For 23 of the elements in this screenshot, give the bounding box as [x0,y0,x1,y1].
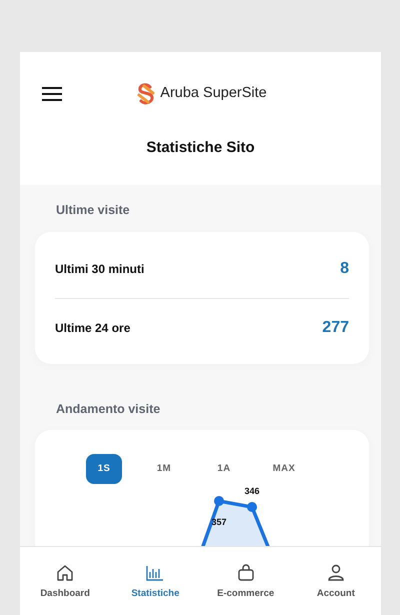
range-tab[interactable]: 1A [206,454,242,484]
user-icon [326,563,346,583]
data-label: 346 [244,486,260,496]
page-title: Statistiche Sito [146,138,255,156]
section-heading: Ultime visite [56,203,130,217]
brand-name: Aruba SuperSite [160,84,267,104]
bag-icon [236,563,256,583]
range-tab[interactable]: MAX [266,454,302,484]
section-heading: Andamento visite [56,402,160,416]
visit-label: Ultime 24 ore [55,320,130,336]
range-tab[interactable]: 1S [86,454,122,484]
nav-tab[interactable]: Dashboard [20,547,110,615]
range-tab[interactable]: 1M [146,454,182,484]
visit-label: Ultimi 30 minuti [55,261,144,278]
nav-tab[interactable]: Statistiche [110,547,200,615]
logo-icon [136,83,156,105]
menu-icon[interactable] [42,87,62,101]
visit-count: 277 [322,318,349,338]
nav-tab[interactable]: Account [290,547,381,615]
visit-count: 8 [340,259,349,279]
bar-chart-icon [145,563,166,583]
home-icon [55,563,76,583]
nav-tab[interactable]: E-commerce [200,547,291,615]
